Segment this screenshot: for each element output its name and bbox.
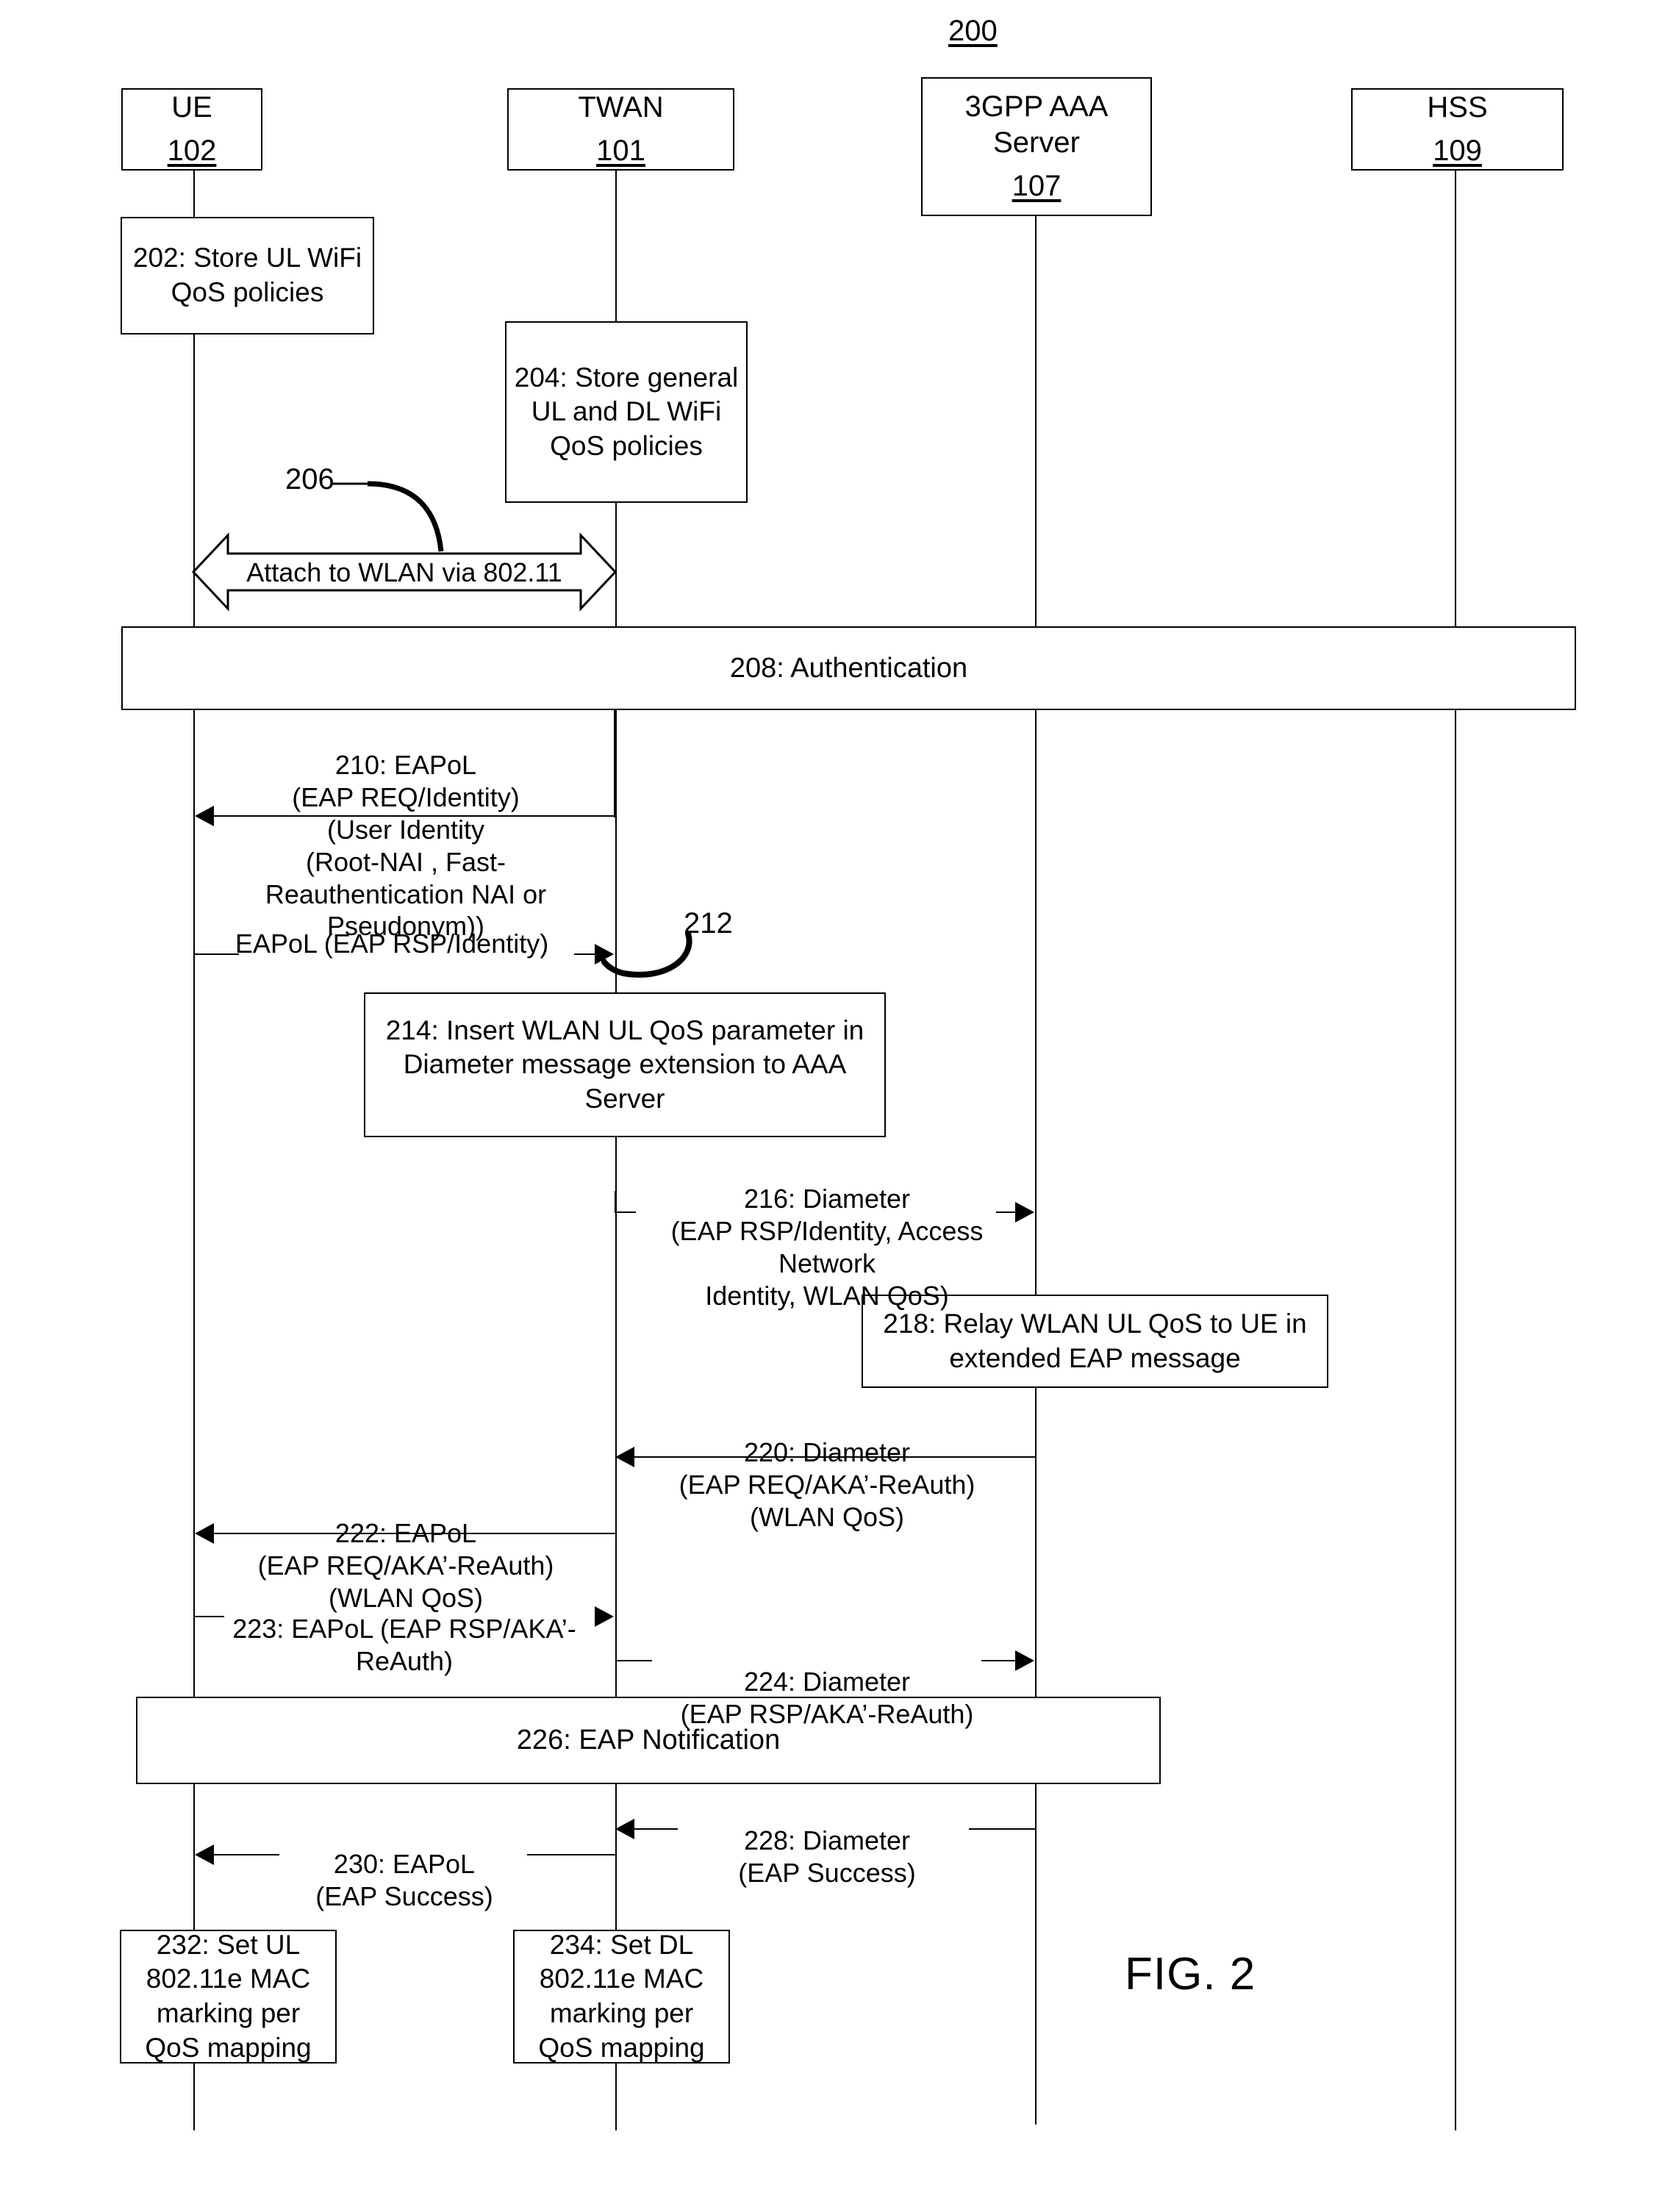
process-box-202: 202: Store UL WiFi QoS policies: [121, 217, 374, 334]
message-label-206: Attach to WLAN via 802.11: [187, 556, 621, 589]
figure-canvas: 200 UE 102 TWAN 101 3GPP AAA Server 107 …: [0, 0, 1654, 2212]
message-label-230: 230: EAPoL (EAP Success): [213, 1816, 595, 1913]
node-box-aaa: 3GPP AAA Server 107: [921, 77, 1152, 216]
node-name-ue: UE: [171, 91, 212, 124]
node-box-twan: TWAN 101: [507, 88, 734, 171]
message-216-text: 216: Diameter (EAP RSP/Identity, Access …: [670, 1183, 984, 1311]
node-ref-hss: 109: [1433, 135, 1482, 167]
message-224-text: 224: Diameter (EAP RSP/AKA’-ReAuth): [680, 1666, 974, 1729]
message-210-text: 210: EAPoL (EAP REQ/Identity) (User Iden…: [265, 749, 547, 942]
process-box-214-label: 214: Insert WLAN UL QoS parameter in Dia…: [385, 1014, 864, 1114]
process-box-234-label: 234: Set DL 802.11e MAC marking per QoS …: [538, 1929, 705, 2063]
message-223-text: 223: EAPoL (EAP RSP/AKA’- ReAuth): [232, 1613, 576, 1676]
process-box-204-label: 204: Store general UL and DL WiFi QoS po…: [514, 362, 739, 461]
lifeline-ue: [193, 168, 195, 2130]
message-label-220: 220: Diameter (EAP REQ/AKA’-ReAuth) (WLA…: [621, 1404, 1033, 1533]
message-206-text: Attach to WLAN via 802.11: [246, 557, 562, 587]
process-box-232-label: 232: Set UL 802.11e MAC marking per QoS …: [145, 1929, 312, 2063]
arrow-stem-210: [614, 707, 615, 817]
process-box-218-label: 218: Relay WLAN UL QoS to UE in extended…: [883, 1308, 1307, 1373]
ref-number-206: 206: [285, 463, 334, 495]
message-label-228: 228: Diameter (EAP Success): [621, 1792, 1033, 1889]
node-name-twan: TWAN: [578, 91, 664, 124]
message-228-text: 228: Diameter (EAP Success): [738, 1825, 916, 1888]
message-label-224: 224: Diameter (EAP RSP/AKA’-ReAuth): [621, 1633, 1033, 1730]
figure-caption: FIG. 2: [1125, 1948, 1256, 2000]
message-label-211: EAPoL (EAP RSP/Identity): [235, 928, 548, 960]
message-220-text: 220: Diameter (EAP REQ/AKA’-ReAuth) (WLA…: [679, 1436, 975, 1532]
node-ref-ue: 102: [167, 135, 217, 167]
message-211-text: EAPoL (EAP RSP/Identity): [235, 928, 549, 959]
process-box-202-label: 202: Store UL WiFi QoS policies: [132, 243, 362, 307]
arrow-stem-216: [615, 1191, 616, 1213]
leader-line-206: [331, 481, 444, 552]
node-ref-aaa: 107: [1012, 169, 1062, 202]
node-name-aaa-line1: 3GPP AAA: [964, 90, 1109, 124]
figure-number: 200: [948, 15, 998, 47]
node-name-aaa-line2: Server: [993, 126, 1080, 160]
lifeline-hss: [1455, 168, 1456, 2130]
node-ref-twan: 101: [596, 135, 645, 167]
process-box-204: 204: Store general UL and DL WiFi QoS po…: [505, 321, 748, 503]
lifeline-aaa: [1035, 213, 1037, 2125]
process-box-234: 234: Set DL 802.11e MAC marking per QoS …: [513, 1930, 730, 2064]
span-bar-208: 208: Authentication: [121, 626, 1576, 710]
message-label-223: 223: EAPoL (EAP RSP/AKA’- ReAuth): [202, 1581, 606, 1678]
node-box-ue: UE 102: [121, 88, 262, 171]
figure-caption-text: FIG. 2: [1125, 1949, 1256, 2000]
process-box-214: 214: Insert WLAN UL QoS parameter in Dia…: [364, 992, 886, 1137]
arrow-line-211-right: [574, 953, 596, 955]
node-name-hss: HSS: [1427, 91, 1488, 124]
leader-curve-212: [601, 931, 692, 978]
span-bar-208-label: 208: Authentication: [729, 652, 968, 684]
message-label-210: 210: EAPoL (EAP REQ/Identity) (User Iden…: [200, 717, 612, 942]
message-230-text: 230: EAPoL (EAP Success): [315, 1848, 493, 1911]
message-label-216: 216: Diameter (EAP RSP/Identity, Access …: [621, 1150, 1033, 1312]
process-box-232: 232: Set UL 802.11e MAC marking per QoS …: [120, 1930, 337, 2064]
arrow-line-211-left: [195, 953, 239, 955]
node-box-hss: HSS 109: [1351, 88, 1564, 171]
arrow-head-230: [195, 1844, 214, 1865]
